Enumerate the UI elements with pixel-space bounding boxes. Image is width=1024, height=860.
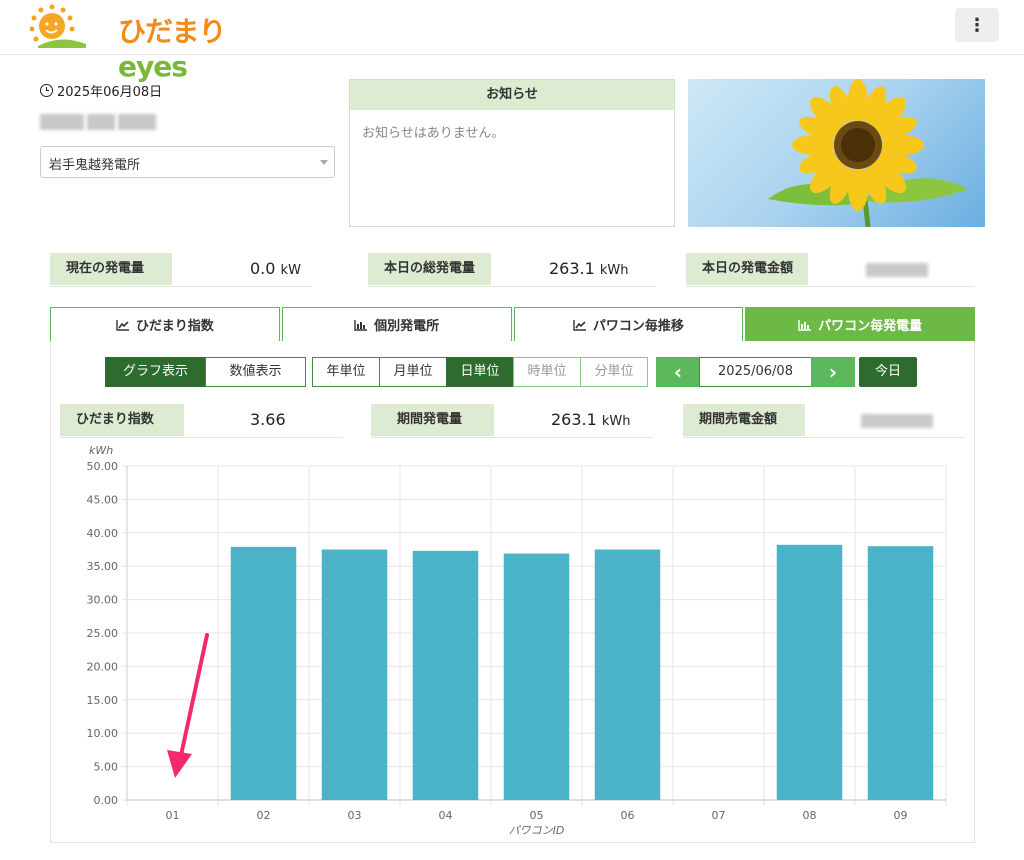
current-power-label: 現在の発電量 — [50, 253, 172, 285]
today-amount-stat: 本日の発電金額 — [686, 253, 974, 287]
line-chart-icon — [116, 319, 129, 331]
caret-down-icon — [320, 160, 328, 165]
current-power-unit: kW — [280, 263, 301, 278]
current-power-stat: 現在の発電量 0.0 kW — [50, 253, 312, 287]
notice-title: お知らせ — [350, 80, 674, 110]
period-sales-label: 期間売電金額 — [683, 404, 805, 436]
top-bar: ひだまりeyes ⋮ — [0, 0, 1024, 83]
period-sales-value-redacted — [861, 404, 933, 436]
today-button[interactable]: 今日 — [859, 357, 917, 387]
hidamari-index-label: ひだまり指数 — [60, 404, 184, 436]
today-amount-label: 本日の発電金額 — [686, 253, 808, 285]
divider — [371, 437, 653, 438]
period-power-value: 263.1 kWh — [551, 404, 631, 436]
site-select-value: 岩手鬼越発電所 — [49, 158, 141, 173]
date-nav-group: ‹ 2025/06/08 › — [656, 357, 855, 387]
current-power-value: 0.0 kW — [250, 253, 301, 285]
today-amount-value-redacted — [866, 253, 928, 285]
date-text: 2025年06月08日 — [57, 85, 163, 100]
logo-text: ひだまりeyes — [118, 10, 240, 83]
today-total-stat: 本日の総発電量 263.1 kWh — [368, 253, 656, 287]
tab-label: パワコン毎発電量 — [818, 319, 923, 334]
sunflower-image — [688, 79, 985, 227]
hidamari-index-value: 3.66 — [250, 410, 286, 429]
today-total-number: 263.1 — [549, 259, 595, 278]
notice-panel: お知らせ お知らせはありません。 — [349, 79, 675, 227]
period-power-label: 期間発電量 — [371, 404, 494, 436]
period-power-unit: kWh — [601, 414, 631, 429]
day-unit-button[interactable]: 日単位 — [446, 357, 514, 387]
site-select[interactable]: 岩手鬼越発電所 — [40, 146, 335, 178]
hidamari-index-stat: ひだまり指数 3.66 — [60, 404, 342, 438]
bar-chart-icon — [798, 319, 812, 331]
minute-unit-button[interactable]: 分単位 — [580, 357, 648, 387]
tab-label: パワコン毎推移 — [592, 319, 684, 334]
month-unit-button[interactable]: 月単位 — [379, 357, 447, 387]
tab-2[interactable]: パワコン毎推移 — [513, 307, 744, 342]
kebab-menu-button[interactable]: ⋮ — [955, 8, 999, 42]
today-total-value: 263.1 kWh — [549, 253, 629, 285]
prev-date-button[interactable]: ‹ — [656, 357, 700, 387]
date-display: 2025年06月08日 — [40, 81, 162, 100]
divider — [686, 286, 974, 287]
current-power-number: 0.0 — [250, 259, 276, 278]
next-date-button[interactable]: › — [811, 357, 855, 387]
graph-view-button[interactable]: グラフ表示 — [105, 357, 206, 387]
divider — [368, 286, 656, 287]
hour-unit-button[interactable]: 時単位 — [513, 357, 581, 387]
period-sales-stat: 期間売電金額 — [683, 404, 965, 438]
tab-label: ひだまり指数 — [136, 319, 214, 334]
sun-logo-icon — [29, 4, 86, 48]
tab-label: 個別発電所 — [374, 319, 440, 334]
logo-text-en: eyes — [118, 50, 188, 83]
chevron-left-icon: ‹ — [673, 360, 683, 384]
kebab-vertical-icon: ⋮ — [968, 14, 986, 36]
period-unit-group: 年単位 月単位 日単位 時単位 分単位 — [312, 357, 648, 387]
today-total-unit: kWh — [599, 263, 629, 278]
today-total-label: 本日の総発電量 — [368, 253, 491, 285]
redacted-user-name — [40, 114, 160, 132]
logo-text-jp: ひだまり — [118, 15, 226, 48]
tab-3[interactable]: パワコン毎発電量 — [745, 307, 975, 342]
hidamari-eyes-logo[interactable]: ひだまりeyes — [29, 4, 240, 83]
line-chart-icon — [573, 319, 586, 331]
date-input[interactable]: 2025/06/08 — [699, 357, 812, 387]
chevron-right-icon: › — [828, 360, 838, 384]
year-unit-button[interactable]: 年単位 — [312, 357, 380, 387]
chart-tabs: ひだまり指数 個別発電所 パワコン毎推移 パワコン毎発電量 — [50, 307, 975, 342]
divider — [50, 286, 312, 287]
divider — [683, 437, 965, 438]
clock-icon — [40, 84, 53, 97]
period-power-stat: 期間発電量 263.1 kWh — [371, 404, 653, 438]
notice-body: お知らせはありません。 — [362, 126, 505, 141]
bar-chart-icon — [354, 319, 368, 331]
divider — [60, 437, 342, 438]
period-power-number: 263.1 — [551, 410, 597, 429]
tab-0[interactable]: ひだまり指数 — [50, 307, 280, 342]
tab-1[interactable]: 個別発電所 — [281, 307, 512, 342]
numeric-view-button[interactable]: 数値表示 — [205, 357, 306, 387]
view-toggle-group: グラフ表示 数値表示 — [105, 357, 306, 387]
